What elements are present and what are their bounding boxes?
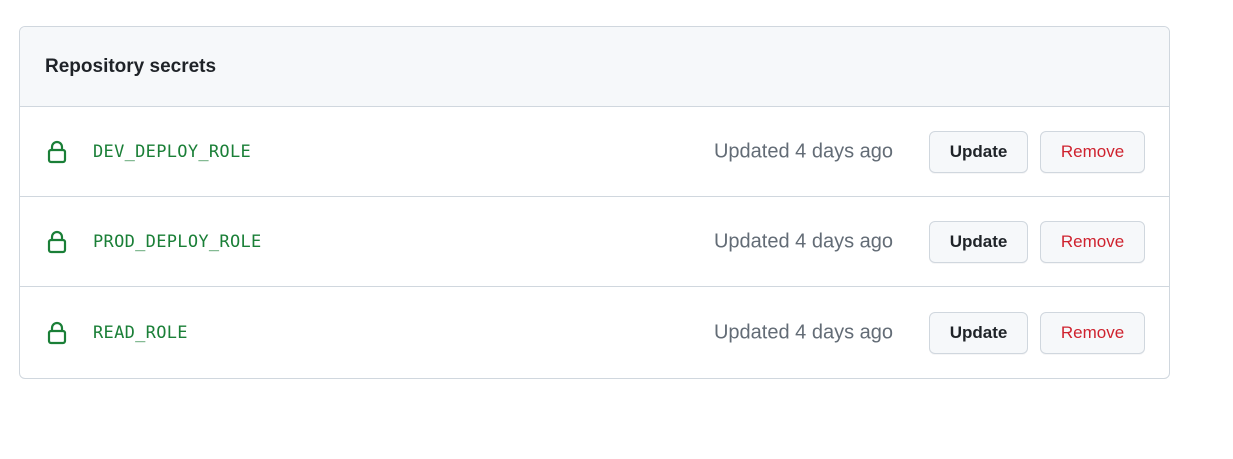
secret-updated-time: Updated 4 days ago xyxy=(713,321,893,343)
secret-updated-time: Updated 4 days ago xyxy=(713,140,893,162)
update-button[interactable]: Update xyxy=(929,311,1028,354)
update-button[interactable]: Update xyxy=(929,220,1028,263)
remove-button[interactable]: Remove xyxy=(1040,130,1145,173)
lock-icon xyxy=(47,230,67,254)
secret-row: READ_ROLE Updated 4 days ago Update Remo… xyxy=(20,287,1169,378)
secret-row: PROD_DEPLOY_ROLE Updated 4 days ago Upda… xyxy=(20,197,1169,287)
update-button[interactable]: Update xyxy=(929,130,1028,173)
secret-name: PROD_DEPLOY_ROLE xyxy=(93,231,262,252)
secret-name: DEV_DEPLOY_ROLE xyxy=(93,141,252,162)
remove-button[interactable]: Remove xyxy=(1040,220,1145,263)
remove-button[interactable]: Remove xyxy=(1040,311,1145,354)
lock-icon xyxy=(47,140,67,164)
secret-updated-time: Updated 4 days ago xyxy=(713,230,893,252)
panel-header: Repository secrets xyxy=(20,27,1169,107)
panel-title: Repository secrets xyxy=(45,55,217,77)
secret-name: READ_ROLE xyxy=(93,322,188,343)
repository-secrets-panel: Repository secrets DEV_DEPLOY_ROLE Updat… xyxy=(19,26,1170,379)
lock-icon xyxy=(47,321,67,345)
secret-row: DEV_DEPLOY_ROLE Updated 4 days ago Updat… xyxy=(20,107,1169,197)
